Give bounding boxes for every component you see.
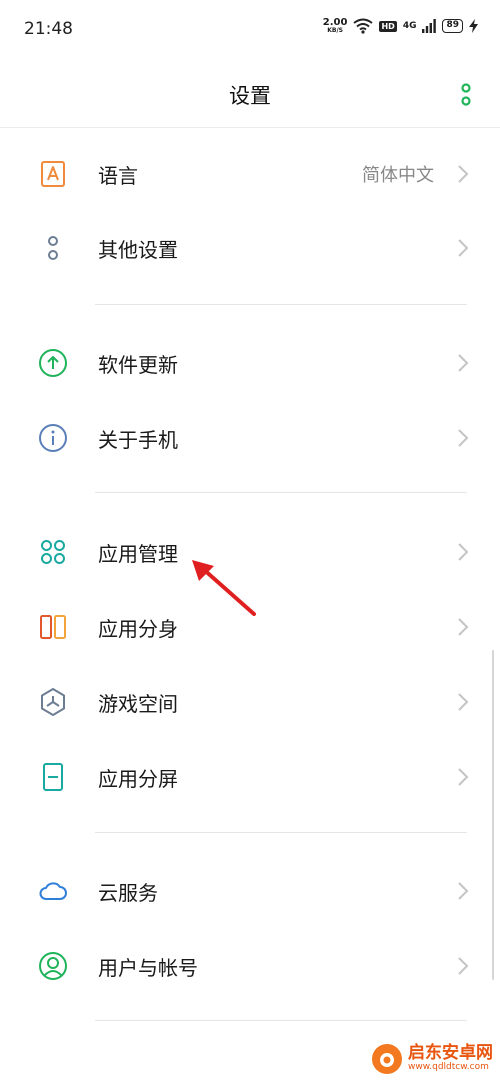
battery-level: 89 xyxy=(442,19,463,33)
title-bar: 设置 xyxy=(0,60,500,128)
settings-item-label: 语言 xyxy=(98,164,138,188)
hd-badge: HD xyxy=(379,20,397,32)
settings-item-value: 简体中文 xyxy=(362,165,434,186)
section-divider xyxy=(95,492,467,493)
software-update-icon xyxy=(39,349,67,377)
chevron-right-icon xyxy=(458,354,469,372)
game-space-icon xyxy=(41,688,65,716)
watermark-logo-icon xyxy=(372,1044,402,1074)
about-phone-icon xyxy=(39,424,67,452)
settings-item-label: 应用分身 xyxy=(98,617,178,641)
watermark-name: 启东安卓网 xyxy=(408,1043,493,1064)
network-speed-unit: KB/S xyxy=(327,27,343,34)
page-title: 设置 xyxy=(229,84,271,108)
more-options-icon[interactable] xyxy=(458,82,474,108)
wifi-icon xyxy=(353,18,374,34)
settings-item-software-update[interactable]: 软件更新 xyxy=(0,325,500,399)
app-management-icon xyxy=(41,540,65,564)
user-account-icon xyxy=(39,952,67,980)
split-screen-icon xyxy=(43,763,63,791)
chevron-right-icon xyxy=(458,882,469,900)
settings-item-about-phone[interactable]: 关于手机 xyxy=(0,400,500,474)
watermark-url: www.qdldtcw.com xyxy=(408,1062,489,1073)
network-type: 4G xyxy=(402,21,417,31)
signal-icon xyxy=(422,19,437,33)
chevron-right-icon xyxy=(458,165,469,183)
app-clone-icon xyxy=(40,615,66,639)
status-bar: 21:48 2.00 KB/S HD 4G 89 xyxy=(0,0,500,60)
chevron-right-icon xyxy=(458,239,469,257)
chevron-right-icon xyxy=(458,429,469,447)
settings-item-user-account[interactable]: 用户与帐号 xyxy=(0,928,500,1002)
status-icons: 2.00 KB/S HD 4G 89 xyxy=(323,18,478,34)
chevron-right-icon xyxy=(458,693,469,711)
chevron-right-icon xyxy=(458,957,469,975)
section-divider xyxy=(95,304,467,305)
other-settings-icon xyxy=(48,236,58,260)
status-time: 21:48 xyxy=(24,19,73,39)
settings-item-label: 用户与帐号 xyxy=(98,956,198,980)
charging-icon xyxy=(469,19,478,33)
watermark-logo: 启东安卓网 www.qdldtcw.com xyxy=(370,1042,493,1076)
settings-item-label: 应用分屏 xyxy=(98,767,178,791)
settings-item-game-space[interactable]: 游戏空间 xyxy=(0,664,500,738)
network-speed: 2.00 KB/S xyxy=(323,18,348,34)
settings-item-label: 云服务 xyxy=(98,881,158,905)
section-divider xyxy=(95,832,467,833)
settings-item-label: 软件更新 xyxy=(98,353,178,377)
settings-item-language[interactable]: 语言 简体中文 xyxy=(0,136,500,210)
chevron-right-icon xyxy=(458,543,469,561)
annotation-arrow-icon xyxy=(192,560,256,616)
settings-item-label: 应用管理 xyxy=(98,542,178,566)
chevron-right-icon xyxy=(458,768,469,786)
settings-item-label: 关于手机 xyxy=(98,428,178,452)
settings-item-other[interactable]: 其他设置 xyxy=(0,210,500,284)
settings-item-label: 其他设置 xyxy=(98,238,178,262)
language-icon xyxy=(41,161,65,187)
settings-item-label: 游戏空间 xyxy=(98,692,178,716)
cloud-service-icon xyxy=(39,882,67,900)
scrollbar[interactable] xyxy=(492,650,494,980)
chevron-right-icon xyxy=(458,618,469,636)
settings-item-cloud-service[interactable]: 云服务 xyxy=(0,853,500,927)
section-divider xyxy=(95,1020,467,1021)
settings-item-split-screen[interactable]: 应用分屏 xyxy=(0,739,500,813)
